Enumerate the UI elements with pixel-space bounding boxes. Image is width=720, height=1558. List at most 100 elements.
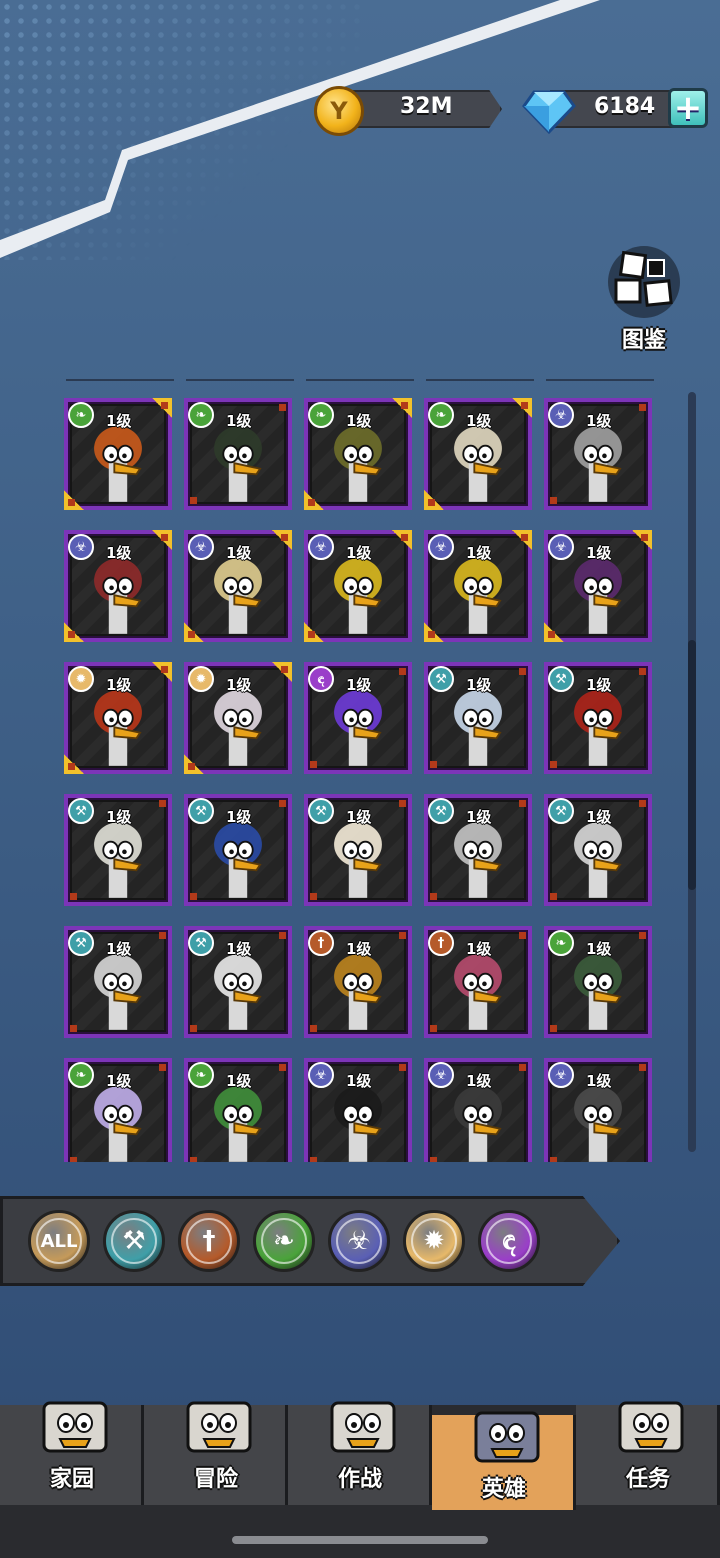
rarity-marker — [399, 668, 406, 675]
filter-tech-wrench-button[interactable]: ⚒ — [103, 1210, 165, 1272]
hero-card[interactable]: ☣ 1级 — [544, 398, 652, 510]
filter-all-button[interactable]: ALL — [28, 1210, 90, 1272]
hero-card[interactable]: ❧ 1级 — [64, 398, 172, 510]
scrollbar-thumb[interactable] — [688, 640, 696, 890]
hero-card[interactable]: ⚒ 1级 — [544, 662, 652, 774]
tech-element-icon: ⚒ — [428, 666, 454, 692]
rarity-marker — [310, 1025, 317, 1032]
add-gems-button[interactable]: + — [668, 88, 708, 128]
hero-card[interactable]: ✹ 1级 — [184, 662, 292, 774]
hero-card[interactable]: ❧ 1级 — [544, 926, 652, 1038]
rarity-marker — [70, 1157, 77, 1162]
hero-level: 1级 — [346, 940, 372, 958]
hero-level: 1级 — [586, 940, 612, 958]
nav-tab-label: 家园 — [49, 1467, 94, 1492]
hero-level: 1级 — [466, 412, 492, 430]
hero-card[interactable]: ඳ 1级 — [304, 662, 412, 774]
nav-tab-label: 作战 — [337, 1467, 382, 1492]
rarity-marker — [550, 1025, 557, 1032]
hero-card[interactable]: ⚒ 1级 — [64, 926, 172, 1038]
column-divider — [306, 379, 414, 381]
codex-icon — [608, 246, 680, 318]
hero-level: 1级 — [106, 544, 132, 562]
gem-icon — [522, 90, 576, 135]
hero-card[interactable]: ⚒ 1级 — [64, 794, 172, 906]
nature-element-icon: ❧ — [308, 402, 334, 428]
hero-card[interactable]: ❧ 1级 — [184, 1058, 292, 1162]
column-divider — [186, 379, 294, 381]
hero-card[interactable]: ☣ 1级 — [424, 530, 532, 642]
rarity-marker — [550, 1157, 557, 1162]
hero-card[interactable]: ⚒ 1级 — [424, 794, 532, 906]
hero-card[interactable]: ❧ 1级 — [184, 398, 292, 510]
filter-sun-button[interactable]: ✹ — [403, 1210, 465, 1272]
nature-element-icon: ❧ — [188, 402, 214, 428]
nav-tab-3[interactable]: 英雄 — [432, 1411, 576, 1510]
rarity-marker — [639, 404, 646, 411]
codex-button[interactable]: 图鉴 — [598, 240, 690, 353]
hero-card[interactable]: ⚒ 1级 — [184, 926, 292, 1038]
hero-level: 1级 — [226, 676, 252, 694]
rarity-marker — [190, 1025, 197, 1032]
hero-level: 1级 — [106, 676, 132, 694]
hero-card[interactable]: † 1级 — [424, 926, 532, 1038]
nav-tab-4[interactable]: 任务 — [576, 1401, 720, 1505]
hero-card[interactable]: ☣ 1级 — [184, 530, 292, 642]
hero-card[interactable]: ❧ 1级 — [304, 398, 412, 510]
hero-card[interactable]: ⚒ 1级 — [184, 794, 292, 906]
tech-element-icon: ⚒ — [548, 798, 574, 824]
filter-arcane-button[interactable]: ඳ — [478, 1210, 540, 1272]
rarity-corner — [512, 530, 532, 550]
filter-biohazard-button[interactable]: ☣ — [328, 1210, 390, 1272]
hero-level: 1级 — [346, 544, 372, 562]
hero-card[interactable]: ⚒ 1级 — [544, 794, 652, 906]
hero-card[interactable]: ☣ 1级 — [424, 1058, 532, 1162]
hero-card[interactable]: ✹ 1级 — [64, 662, 172, 774]
rarity-marker — [159, 932, 166, 939]
nav-tab-0[interactable]: 家园 — [0, 1401, 144, 1505]
rarity-marker — [310, 893, 317, 900]
hero-card[interactable]: ⚒ 1级 — [424, 662, 532, 774]
hero-card[interactable]: ☣ 1级 — [64, 530, 172, 642]
rarity-corner — [272, 530, 292, 550]
hero-level: 1级 — [106, 808, 132, 826]
nav-tab-1[interactable]: 冒险 — [144, 1401, 288, 1505]
nav-tab-label: 任务 — [625, 1467, 670, 1492]
hero-grid: ❧ 1级 ❧ 1级 ❧ 1级 ❧ 1级 ☣ 1级 ☣ 1级 ☣ 1级 ☣ 1级 … — [64, 398, 658, 1162]
rarity-corner — [64, 490, 84, 510]
column-divider — [66, 379, 174, 381]
nav-tab-2[interactable]: 作战 — [288, 1401, 432, 1505]
nature-element-icon: ❧ — [188, 1062, 214, 1088]
hero-card[interactable]: ☣ 1级 — [304, 530, 412, 642]
tech-element-icon: ⚒ — [428, 798, 454, 824]
hero-card[interactable]: ☣ 1级 — [544, 1058, 652, 1162]
rarity-corner — [64, 754, 84, 774]
hero-card[interactable]: ☣ 1级 — [544, 530, 652, 642]
biohazard-element-icon: ☣ — [68, 534, 94, 560]
light-element-icon: ✹ — [188, 666, 214, 692]
filter-leaf-button[interactable]: ❧ — [253, 1210, 315, 1272]
biohazard-element-icon: ☣ — [428, 1062, 454, 1088]
rarity-marker — [279, 800, 286, 807]
arcane-icon: ඳ — [502, 1225, 516, 1256]
sun-icon: ✹ — [423, 1226, 445, 1256]
hero-card[interactable]: ❧ 1级 — [64, 1058, 172, 1162]
blade-icon: † — [202, 1226, 216, 1256]
hero-card[interactable]: ❧ 1级 — [424, 398, 532, 510]
biohazard-element-icon: ☣ — [428, 534, 454, 560]
hero-card[interactable]: † 1级 — [304, 926, 412, 1038]
coin-counter: Y 32M — [314, 86, 504, 136]
sword-duck-icon — [186, 1401, 252, 1453]
tech-element-icon: ⚒ — [188, 798, 214, 824]
column-divider — [426, 379, 534, 381]
tech-element-icon: ⚒ — [68, 930, 94, 956]
rarity-corner — [184, 754, 204, 774]
rarity-marker — [430, 1157, 437, 1162]
hero-card[interactable]: ☣ 1级 — [304, 1058, 412, 1162]
filter-blade-button[interactable]: † — [178, 1210, 240, 1272]
hero-level: 1级 — [586, 808, 612, 826]
hero-level: 1级 — [226, 1072, 252, 1090]
rarity-marker — [70, 1025, 77, 1032]
hero-card[interactable]: ⚒ 1级 — [304, 794, 412, 906]
hero-level: 1级 — [106, 1072, 132, 1090]
